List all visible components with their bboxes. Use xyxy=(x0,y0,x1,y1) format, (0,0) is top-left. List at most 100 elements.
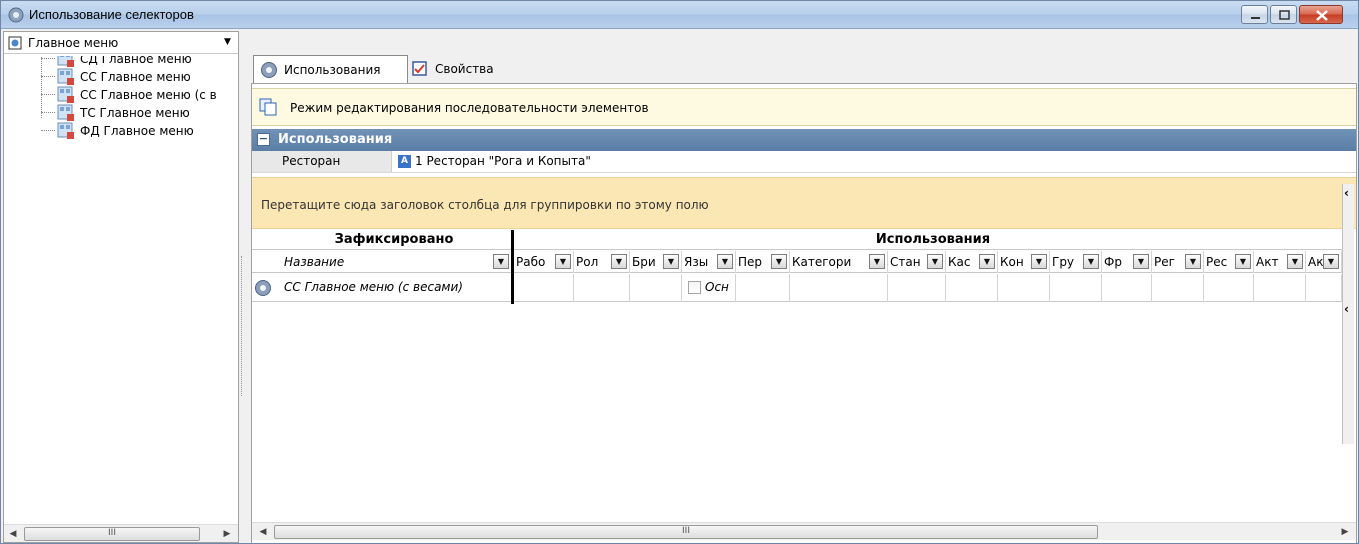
filter-dropdown-icon[interactable]: ▼ xyxy=(1323,254,1339,269)
main-window: Использование селекторов Главное меню ▼ xyxy=(0,0,1359,544)
table-cell[interactable] xyxy=(1254,274,1306,302)
panel-splitter[interactable] xyxy=(239,31,247,543)
table-row[interactable]: СС Главное меню (с весами) Осн xyxy=(252,274,1352,302)
left-horizontal-scrollbar[interactable]: ◀ III ▶ xyxy=(4,524,238,542)
filter-dropdown-icon[interactable]: ▼ xyxy=(771,254,787,269)
table-cell[interactable] xyxy=(1050,274,1102,302)
tree-item[interactable]: ФД Главное меню xyxy=(4,122,238,140)
property-row-restaurant[interactable]: Ресторан A 1 Ресторан "Рога и Копыта" xyxy=(252,151,1356,173)
column-header[interactable]: Рег ▼ xyxy=(1152,251,1204,273)
filter-dropdown-icon[interactable]: ▼ xyxy=(611,254,627,269)
column-header-name[interactable]: Название ▼ xyxy=(276,251,512,273)
table-cell[interactable] xyxy=(736,274,790,302)
column-header[interactable]: Язы ▼ xyxy=(682,251,736,273)
filter-dropdown-icon[interactable]: ▼ xyxy=(493,254,509,269)
right-side-panel-toggle[interactable]: ‹ ‹ xyxy=(1342,184,1354,444)
table-cell[interactable] xyxy=(998,274,1050,302)
close-button[interactable] xyxy=(1299,5,1343,24)
band-usages[interactable]: Использования xyxy=(514,230,1352,250)
chevron-left-icon[interactable]: ‹ xyxy=(1344,186,1349,200)
filter-dropdown-icon[interactable]: ▼ xyxy=(1185,254,1201,269)
table-cell[interactable] xyxy=(1102,274,1152,302)
maximize-button[interactable] xyxy=(1270,5,1297,24)
column-header-row: Название ▼ Рабо ▼ Рол ▼ Бри ▼ Язы ▼ Пер ▼ Кат… xyxy=(252,251,1352,273)
column-header-label: Рес xyxy=(1206,255,1228,269)
filter-dropdown-icon[interactable]: ▼ xyxy=(717,254,733,269)
cell-name[interactable]: СС Главное меню (с весами) xyxy=(276,274,512,302)
column-header-label: Пер xyxy=(738,255,763,269)
table-cell[interactable] xyxy=(790,274,888,302)
table-cell[interactable] xyxy=(630,274,682,302)
splitter-grip[interactable] xyxy=(241,256,244,396)
tab-usages[interactable]: Использования xyxy=(253,55,408,85)
band-fixed[interactable]: Зафиксировано xyxy=(276,230,512,250)
column-header-label: Категори xyxy=(792,255,852,269)
scroll-left-icon[interactable]: ◀ xyxy=(256,525,270,539)
filter-dropdown-icon[interactable]: ▼ xyxy=(927,254,943,269)
table-cell[interactable] xyxy=(574,274,630,302)
table-cell[interactable] xyxy=(888,274,946,302)
scroll-left-icon[interactable]: ◀ xyxy=(6,527,20,541)
column-header[interactable]: Гру ▼ xyxy=(1050,251,1102,273)
column-header-label: Фр xyxy=(1104,255,1122,269)
title-bar[interactable]: Использование селекторов xyxy=(1,1,1358,29)
table-cell-language[interactable]: Осн xyxy=(682,274,736,302)
table-cell[interactable] xyxy=(1204,274,1254,302)
column-header[interactable]: Кон ▼ xyxy=(998,251,1050,273)
column-header[interactable]: Рабо ▼ xyxy=(514,251,574,273)
column-header[interactable]: Стан ▼ xyxy=(888,251,946,273)
table-cell[interactable] xyxy=(946,274,998,302)
collapse-icon[interactable]: − xyxy=(257,133,270,146)
scroll-thumb[interactable]: III xyxy=(24,527,200,541)
minimize-button[interactable] xyxy=(1241,5,1268,24)
entity-icon: A xyxy=(398,155,411,168)
row-checkbox[interactable] xyxy=(688,281,701,294)
column-header[interactable]: Акт ▼ xyxy=(1306,251,1342,273)
grid-horizontal-scrollbar[interactable]: ◀ III ▶ xyxy=(252,522,1356,540)
scroll-right-icon[interactable]: ▶ xyxy=(1338,525,1352,539)
filter-dropdown-icon[interactable]: ▼ xyxy=(979,254,995,269)
menu-selector[interactable]: Главное меню ▼ xyxy=(4,32,238,54)
property-label: Ресторан xyxy=(252,151,392,172)
column-header[interactable]: Бри ▼ xyxy=(630,251,682,273)
tab-properties[interactable]: Свойства xyxy=(411,55,521,85)
edit-mode-bar: Режим редактирования последовательности … xyxy=(252,88,1356,126)
filter-dropdown-icon[interactable]: ▼ xyxy=(1287,254,1303,269)
column-header[interactable]: Кас ▼ xyxy=(946,251,998,273)
filter-dropdown-icon[interactable]: ▼ xyxy=(1133,254,1149,269)
column-header[interactable]: Акт ▼ xyxy=(1254,251,1306,273)
filter-dropdown-icon[interactable]: ▼ xyxy=(1083,254,1099,269)
filter-dropdown-icon[interactable]: ▼ xyxy=(663,254,679,269)
column-header[interactable]: Пер ▼ xyxy=(736,251,790,273)
checklist-icon xyxy=(412,61,427,76)
tree-item-label: СД Главное меню xyxy=(80,56,192,66)
column-header-label: Рол xyxy=(576,255,599,269)
tree-item[interactable]: ТС Главное меню xyxy=(4,104,238,122)
table-cell[interactable] xyxy=(1152,274,1204,302)
column-header[interactable]: Рол ▼ xyxy=(574,251,630,273)
filter-dropdown-icon[interactable]: ▼ xyxy=(555,254,571,269)
table-cell[interactable] xyxy=(1306,274,1342,302)
chevron-down-icon[interactable]: ▼ xyxy=(224,37,231,47)
filter-dropdown-icon[interactable]: ▼ xyxy=(1031,254,1047,269)
column-header[interactable]: Фр ▼ xyxy=(1102,251,1152,273)
scroll-right-icon[interactable]: ▶ xyxy=(220,527,234,541)
tree-connector xyxy=(41,76,55,77)
fixed-columns-divider xyxy=(511,230,514,304)
table-cell[interactable] xyxy=(514,274,574,302)
filter-dropdown-icon[interactable]: ▼ xyxy=(1235,254,1251,269)
tree-item[interactable]: СС Главное меню (с в xyxy=(4,86,238,104)
group-by-panel[interactable]: Перетащите сюда заголовок столбца для гр… xyxy=(252,177,1356,229)
menu-tree-icon xyxy=(57,104,74,121)
column-header-label: Рабо xyxy=(516,255,546,269)
scroll-thumb[interactable]: III xyxy=(274,525,1098,539)
menu-tree-icon xyxy=(57,122,74,139)
column-header[interactable]: Рес ▼ xyxy=(1204,251,1254,273)
filter-dropdown-icon[interactable]: ▼ xyxy=(869,254,885,269)
section-header-usages[interactable]: − Использования xyxy=(252,129,1356,151)
tree-item[interactable]: СД Главное меню xyxy=(4,56,238,68)
column-header[interactable]: Категори ▼ xyxy=(790,251,888,273)
tree-item[interactable]: СС Главное меню xyxy=(4,68,238,86)
property-value[interactable]: 1 Ресторан "Рога и Копыта" xyxy=(415,154,591,168)
chevron-left-icon[interactable]: ‹ xyxy=(1344,302,1349,316)
